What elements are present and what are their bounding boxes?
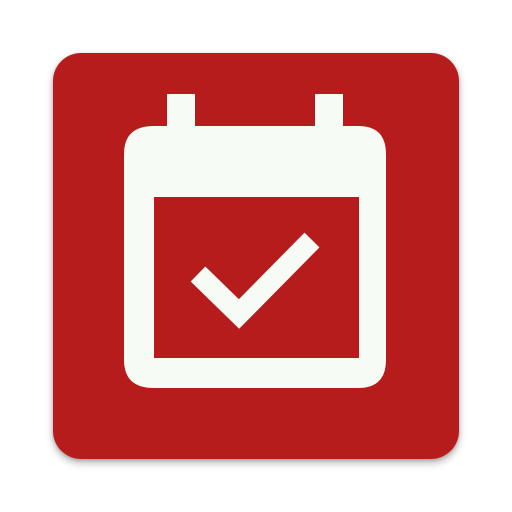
icon-background xyxy=(53,53,459,459)
calendar-ring-left xyxy=(167,94,195,130)
app-icon[interactable] xyxy=(53,53,459,459)
calendar-check-icon xyxy=(53,53,459,459)
calendar-ring-right xyxy=(315,94,343,130)
launcher-canvas xyxy=(0,0,512,512)
